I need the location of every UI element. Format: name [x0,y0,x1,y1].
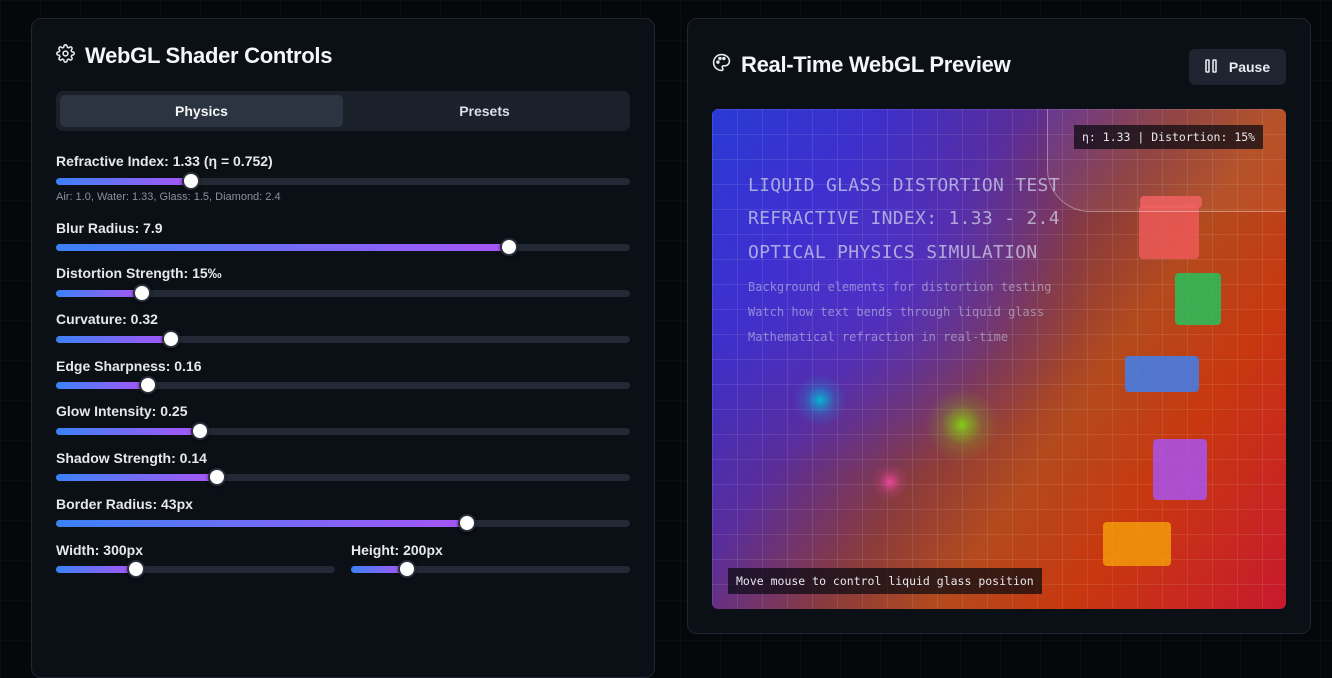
slider-fill [56,178,191,185]
refractive-index-slider[interactable] [56,172,630,190]
purple-square [1155,441,1205,498]
status-badge: η: 1.33 | Distortion: 15% [1074,125,1264,149]
controls-header: WebGL Shader Controls [56,43,332,69]
pink-glow-orb [872,464,908,500]
tab-physics[interactable]: Physics [60,95,343,127]
cyan-glow-orb [794,374,846,426]
canvas-heading-line: OPTICAL PHYSICS SIMULATION [748,242,1038,263]
border-radius-control: Border Radius: 43px [56,496,630,532]
width-slider[interactable] [56,560,335,578]
shader-controls-panel: WebGL Shader Controls Physics Presets Re… [31,18,655,678]
slider-thumb[interactable] [162,330,180,348]
preview-header: Real-Time WebGL Preview [712,52,1011,78]
gear-icon [56,43,75,69]
slider-thumb[interactable] [139,376,157,394]
blur-radius-label: Blur Radius: 7.9 [56,220,163,236]
slider-fill [56,474,217,481]
palette-icon [712,52,731,78]
shadow-strength-slider[interactable] [56,468,630,486]
slider-fill [56,290,142,297]
shadow-strength-control: Shadow Strength: 0.14 [56,450,630,486]
curvature-control: Curvature: 0.32 [56,311,630,348]
slider-fill [56,382,148,389]
slider-thumb[interactable] [208,468,226,486]
height-label: Height: 200px [351,542,443,558]
shadow-strength-label: Shadow Strength: 0.14 [56,450,207,466]
width-control: Width: 300px [56,542,335,578]
canvas-body-line: Mathematical refraction in real-time [748,330,1009,344]
slider-fill [56,336,171,343]
orange-rectangle [1105,524,1169,564]
slider-thumb[interactable] [191,422,209,440]
border-radius-slider[interactable] [56,514,630,532]
mouse-hint: Move mouse to control liquid glass posit… [728,568,1042,594]
slider-thumb[interactable] [458,514,476,532]
glow-intensity-label: Glow Intensity: 0.25 [56,403,188,419]
tab-presets[interactable]: Presets [343,95,626,127]
slider-fill [56,244,509,251]
slider-thumb[interactable] [182,172,200,190]
curvature-label: Curvature: 0.32 [56,311,158,327]
blur-radius-control: Blur Radius: 7.9 [56,220,630,256]
border-radius-label: Border Radius: 43px [56,496,193,512]
slider-thumb[interactable] [127,560,145,578]
width-label: Width: 300px [56,542,143,558]
blue-rectangle [1127,358,1197,390]
curvature-slider[interactable] [56,330,630,348]
controls-title: WebGL Shader Controls [85,43,333,68]
height-slider[interactable] [351,560,630,578]
distortion-strength-slider[interactable] [56,284,630,302]
controls-tabs: Physics Presets [56,91,630,131]
refractive-index-hint: Air: 1.0, Water: 1.33, Glass: 1.5, Diamo… [56,191,281,203]
preview-panel: Real-Time WebGL Preview Pause LIQUID GLA… [687,18,1311,634]
slider-fill [56,520,467,527]
green-glow-orb [926,389,998,461]
distortion-strength-label: Distortion Strength: 15‰ [56,265,222,281]
slider-thumb[interactable] [500,238,518,256]
edge-sharpness-slider[interactable] [56,376,630,394]
refractive-index-control: Refractive Index: 1.33 (η = 0.752) Air: … [56,153,630,203]
slider-fill [56,566,136,573]
pause-label: Pause [1228,59,1271,75]
canvas-body-line: Background elements for distortion testi… [748,280,1052,294]
green-square [1177,275,1219,323]
slider-thumb[interactable] [133,284,151,302]
height-control: Height: 200px [351,542,630,578]
edge-sharpness-label: Edge Sharpness: 0.16 [56,358,202,374]
distortion-strength-control: Distortion Strength: 15‰ [56,265,630,302]
pause-button[interactable]: Pause [1189,49,1286,85]
glow-intensity-slider[interactable] [56,422,630,440]
slider-thumb[interactable] [398,560,416,578]
glow-intensity-control: Glow Intensity: 0.25 [56,403,630,440]
canvas-heading-line: LIQUID GLASS DISTORTION TEST [748,175,1060,196]
slider-fill [56,428,200,435]
blur-radius-slider[interactable] [56,238,630,256]
preview-title: Real-Time WebGL Preview [741,52,1011,77]
canvas-body-line: Watch how text bends through liquid glas… [748,305,1045,319]
webgl-canvas[interactable]: LIQUID GLASS DISTORTION TEST REFRACTIVE … [712,109,1286,609]
edge-sharpness-control: Edge Sharpness: 0.16 [56,358,630,394]
canvas-heading-line: REFRACTIVE INDEX: 1.33 - 2.4 [748,208,1060,229]
red-square [1141,207,1197,257]
refractive-index-label: Refractive Index: 1.33 (η = 0.752) [56,153,273,169]
pause-icon [1205,58,1217,76]
